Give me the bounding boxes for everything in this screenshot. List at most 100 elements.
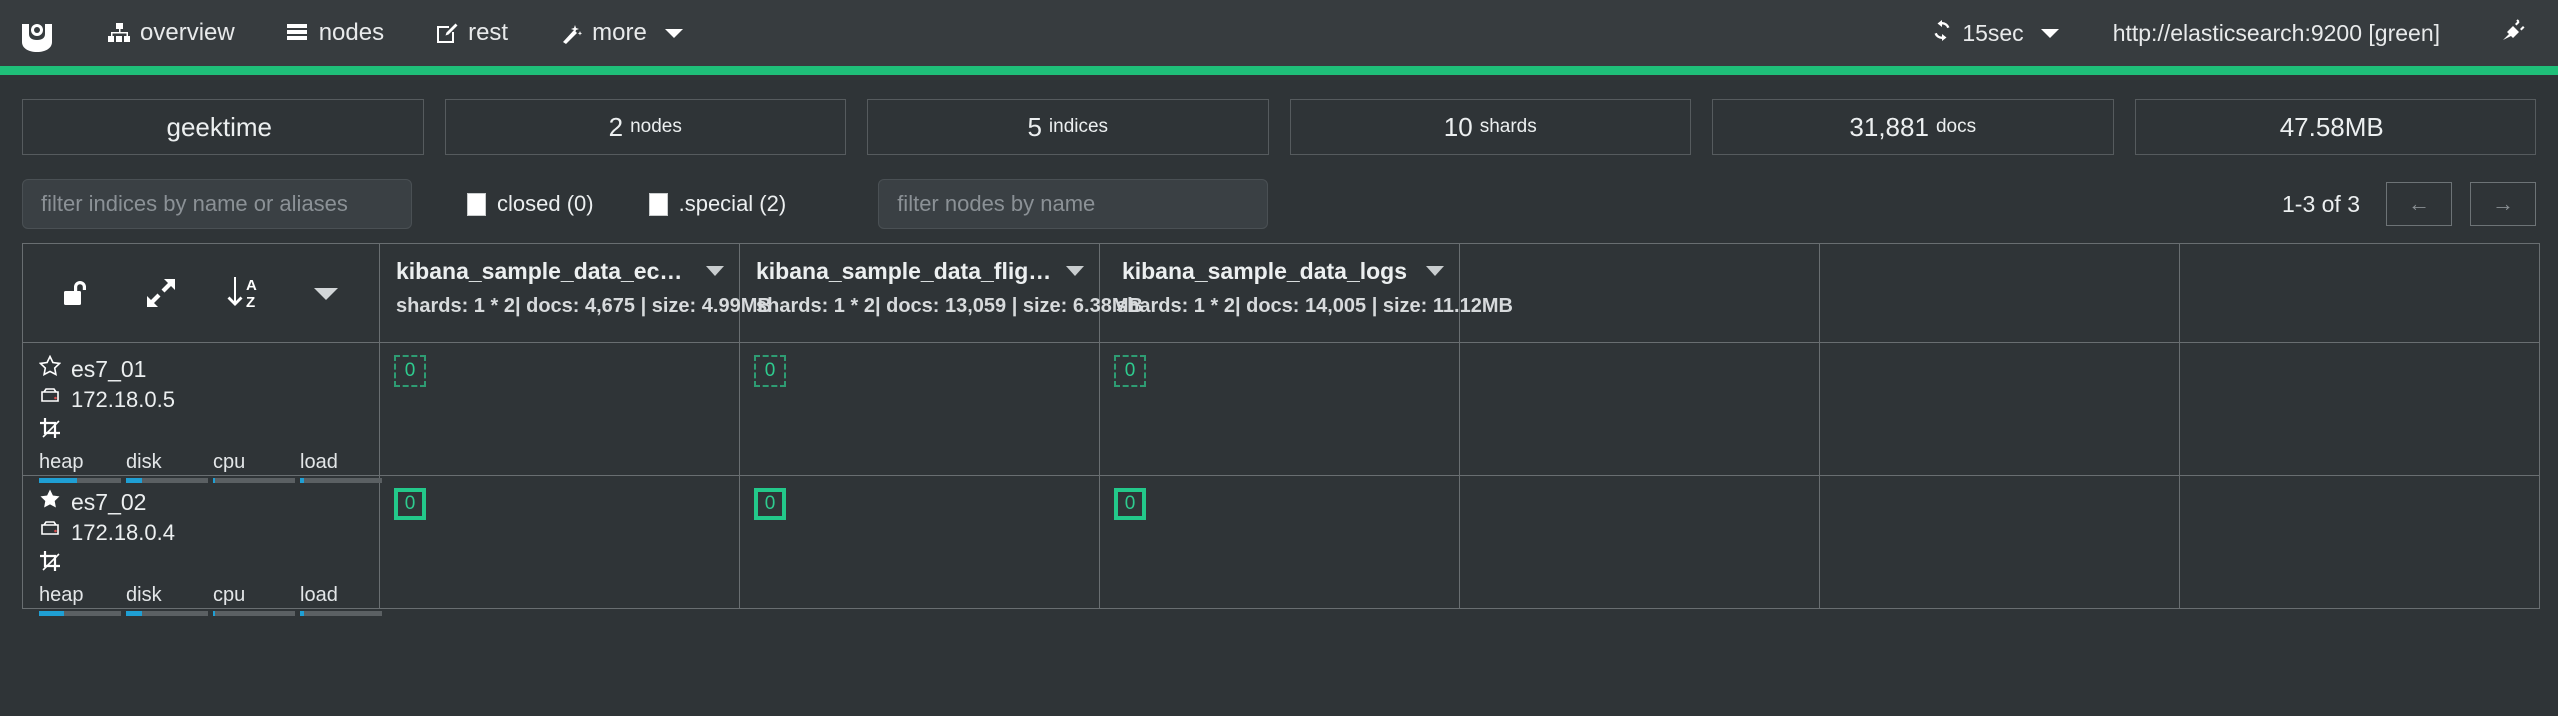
stat-card-nodes[interactable]: 2 nodes	[444, 99, 846, 155]
chevron-down-icon[interactable]	[1426, 266, 1444, 276]
index-header-cell: kibana_sample_data_flights shards: 1 * 2…	[739, 243, 1143, 343]
shard-cell: 0	[739, 475, 1100, 609]
indices-filter-input[interactable]	[22, 179, 412, 229]
index-name[interactable]: kibana_sample_data_logs	[1116, 257, 1443, 286]
refresh-interval-selector[interactable]: 15sec	[1911, 12, 2078, 55]
nav-item-rest[interactable]: rest	[410, 11, 534, 55]
shard-replica[interactable]: 0	[754, 355, 786, 387]
closed-indices-checkbox[interactable]: closed (0)	[467, 191, 594, 217]
plug-icon	[2500, 18, 2526, 48]
shard-replica[interactable]: 0	[394, 355, 426, 387]
stat-value: 5	[1027, 111, 1042, 142]
shard-cell-empty	[1459, 475, 1820, 609]
index-name[interactable]: kibana_sample_data_ecommerce	[396, 257, 723, 286]
grid-header-row: AZ kibana_sample_data_ecommerce shards: …	[22, 243, 2540, 343]
stat-card-docs[interactable]: 31,881 docs	[1712, 99, 2114, 155]
shard-allocation-grid: AZ kibana_sample_data_ecommerce shards: …	[0, 243, 2558, 616]
stat-card-size[interactable]: 47.58MB	[2134, 99, 2536, 155]
connection-url[interactable]: http://elasticsearch:9200 [green]	[2079, 12, 2484, 55]
navbar-right: 15sec http://elasticsearch:9200 [green]	[1911, 11, 2530, 56]
special-indices-checkbox[interactable]: .special (2)	[648, 191, 786, 217]
nodes-filter-input[interactable]	[878, 179, 1269, 229]
nav-item-more[interactable]: more	[534, 11, 709, 55]
magic-wand-icon	[560, 23, 583, 44]
stat-unit: nodes	[630, 116, 682, 137]
unlock-icon[interactable]	[61, 277, 95, 309]
pagination-prev-button[interactable]: ←	[2386, 182, 2452, 226]
meter-label: load	[300, 584, 338, 606]
grid-toolbar-cell: AZ	[22, 243, 380, 343]
cerebro-logo-icon[interactable]	[14, 10, 60, 56]
checkbox-box[interactable]	[648, 192, 668, 216]
sort-az-icon[interactable]: AZ	[226, 276, 262, 310]
node-cell[interactable]: es7_01 172.18.0.5 heap disk cpu load	[22, 342, 382, 483]
pagination-next-button[interactable]: →	[2470, 182, 2536, 226]
server-list-icon	[286, 23, 309, 43]
accent-bar	[0, 66, 2558, 75]
meter-track	[213, 478, 295, 483]
node-ip-line: 172.18.0.4	[39, 520, 363, 546]
nav-item-overview[interactable]: overview	[82, 11, 261, 55]
index-header-cell: kibana_sample_data_ecommerce shards: 1 *…	[379, 243, 772, 343]
index-meta: shards: 1 * 2| docs: 4,675 | size: 4.99M…	[396, 294, 772, 317]
meter-label: cpu	[213, 584, 246, 606]
table-row: es7_01 172.18.0.5 heap disk cpu load 0 0…	[22, 342, 2540, 483]
shard-primary[interactable]: 0	[754, 488, 786, 520]
meter-fill	[126, 611, 143, 616]
pagination: 1-3 of 3 ← →	[2282, 182, 2536, 226]
closed-indices-label: closed (0)	[497, 191, 594, 216]
index-meta: shards: 1 * 2| docs: 14,005 | size: 11.1…	[1116, 294, 1513, 317]
meter-label: heap	[39, 584, 84, 606]
meter-track	[126, 611, 208, 616]
meter-fill	[39, 478, 77, 483]
refresh-icon	[1931, 19, 1953, 47]
shard-primary[interactable]: 0	[394, 488, 426, 520]
index-header-cell-empty	[1819, 243, 2180, 343]
meter-label: disk	[126, 451, 162, 473]
meter-label: heap	[39, 451, 84, 473]
chevron-down-icon[interactable]	[706, 266, 724, 276]
disconnect-button[interactable]	[2484, 11, 2530, 56]
star-filled-icon	[39, 488, 61, 516]
nav-item-more-label: more	[592, 19, 647, 46]
index-name[interactable]: kibana_sample_data_flights	[756, 257, 1083, 286]
stat-unit: indices	[1048, 116, 1109, 137]
nav-item-nodes-label: nodes	[318, 19, 385, 46]
star-outline-icon	[38, 354, 62, 383]
cluster-stats-row: geektime 2 nodes 5 indices 10 shards 31,…	[0, 75, 2558, 165]
shard-replica[interactable]: 0	[1114, 355, 1146, 387]
chevron-down-icon[interactable]	[311, 284, 341, 302]
meter-track	[126, 478, 208, 483]
meter-disk: disk	[126, 451, 208, 483]
chevron-down-icon[interactable]	[1066, 266, 1084, 276]
expand-arrows-icon[interactable]	[144, 277, 178, 309]
crop-icon	[39, 417, 63, 446]
meter-cpu: cpu	[213, 584, 295, 616]
shard-primary[interactable]: 0	[1114, 488, 1146, 520]
shard-cell: 0	[739, 342, 1100, 476]
meter-fill	[39, 611, 64, 616]
stat-value: 10	[1443, 111, 1473, 142]
stat-value: 2	[608, 111, 624, 142]
nav-item-nodes[interactable]: nodes	[261, 11, 410, 55]
meter-load: load	[300, 451, 382, 483]
meter-label: disk	[126, 584, 162, 606]
pagination-label: 1-3 of 3	[2282, 190, 2360, 217]
shard-cell-empty	[1459, 342, 1820, 476]
checkbox-box[interactable]	[467, 192, 486, 216]
meter-track	[300, 478, 382, 483]
meter-load: load	[300, 584, 382, 616]
node-cell[interactable]: es7_02 172.18.0.4 heap disk cpu load	[22, 475, 382, 616]
stat-unit: shards	[1479, 116, 1537, 137]
index-meta: shards: 1 * 2| docs: 13,059 | size: 6.38…	[756, 294, 1143, 317]
stat-card-indices[interactable]: 5 indices	[867, 99, 1269, 155]
stat-card-cluster-name[interactable]: geektime	[22, 99, 424, 155]
node-role-icons	[39, 550, 363, 579]
stat-card-shards[interactable]: 10 shards	[1289, 99, 1691, 155]
index-header-cell: kibana_sample_data_logs shards: 1 * 2| d…	[1099, 243, 1513, 343]
node-name: es7_01	[71, 355, 147, 382]
svg-text:Z: Z	[246, 294, 255, 310]
top-navbar: overview nodes rest more 15sec http://el…	[0, 0, 2558, 66]
meter-fill	[213, 611, 216, 616]
node-name: es7_02	[71, 488, 147, 515]
